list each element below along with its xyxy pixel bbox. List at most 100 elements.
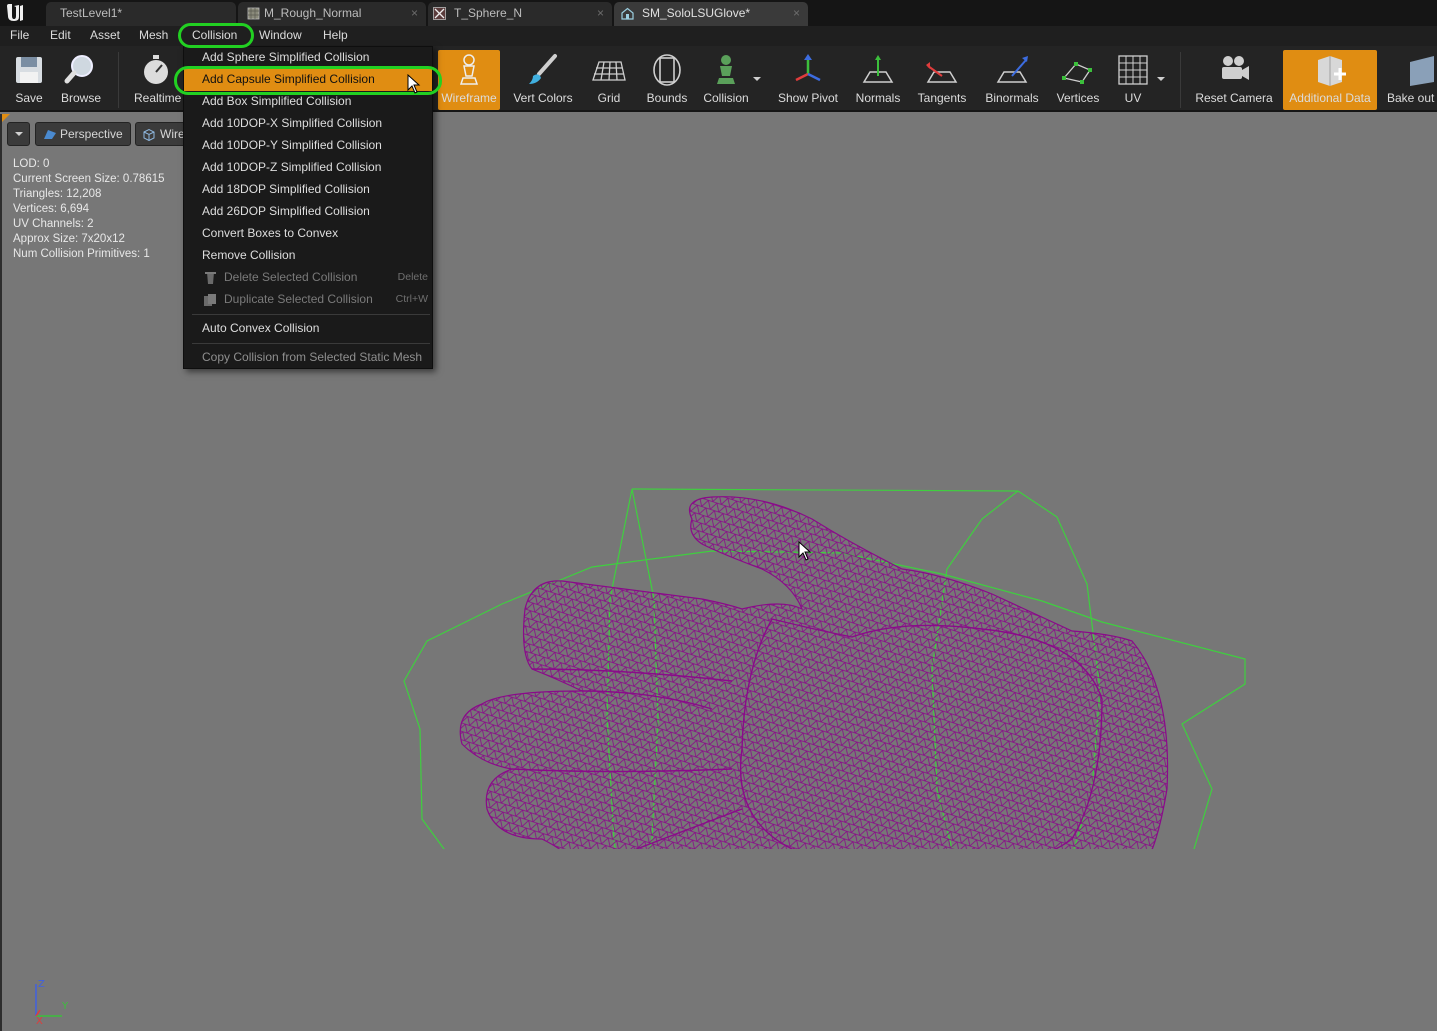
tab-label: TestLevel1* [60, 6, 123, 20]
remove-collision-item[interactable]: Remove Collision [184, 245, 432, 267]
view-mode-dropdown[interactable]: Wire [135, 122, 187, 146]
duplicate-shortcut: Ctrl+W [395, 293, 428, 305]
menu-edit[interactable]: Edit [50, 26, 71, 46]
add-capsule-collision-item[interactable]: Add Capsule Simplified Collision [184, 69, 432, 91]
vert-colors-button[interactable]: Vert Colors [508, 50, 578, 110]
toolbar-divider [118, 52, 119, 108]
chevron-down-icon [753, 77, 761, 81]
tangents-icon [926, 62, 958, 83]
collision-button[interactable]: Collision [700, 50, 752, 110]
uv-options-dropdown[interactable] [1156, 50, 1168, 110]
grid-icon [592, 61, 626, 81]
unreal-engine-logo-icon[interactable] [4, 2, 26, 24]
pivot-axes-icon [795, 54, 821, 82]
uv-grid-icon [1118, 55, 1148, 85]
mouse-cursor-icon [798, 541, 812, 561]
binormals-icon [996, 56, 1028, 83]
add-10dop-z-collision-item[interactable]: Add 10DOP-Z Simplified Collision [184, 157, 432, 179]
normals-icon [862, 55, 894, 83]
bake-out-button[interactable]: Bake out [1384, 50, 1437, 110]
view-mode-label: Wire [160, 127, 185, 141]
tab-t-sphere-n[interactable]: T_Sphere_N × [428, 2, 612, 26]
add-sphere-collision-item[interactable]: Add Sphere Simplified Collision [184, 47, 432, 69]
save-icon [16, 57, 42, 83]
perspective-icon [44, 130, 56, 139]
uv-button[interactable]: UV [1110, 50, 1156, 110]
menu-mesh[interactable]: Mesh [139, 26, 168, 46]
stat-approx-size: Approx Size: 7x20x12 [13, 233, 125, 245]
wireframe-button[interactable]: Wireframe [438, 50, 500, 110]
grid-button[interactable]: Grid [586, 50, 632, 110]
bounds-button[interactable]: Bounds [640, 50, 694, 110]
add-10dop-x-collision-item[interactable]: Add 10DOP-X Simplified Collision [184, 113, 432, 135]
glove-wireframe-mesh [403, 488, 1246, 849]
additional-data-icon [1318, 56, 1346, 86]
vert-colors-label: Vert Colors [513, 91, 573, 105]
binormals-button[interactable]: Binormals [980, 50, 1044, 110]
axis-label-x: X [36, 1016, 43, 1026]
add-10dop-y-collision-item[interactable]: Add 10DOP-Y Simplified Collision [184, 135, 432, 157]
menu-collision[interactable]: Collision [192, 26, 237, 46]
browse-button[interactable]: Browse [56, 50, 106, 110]
close-icon[interactable]: × [793, 2, 800, 25]
realtime-label: Realtime [134, 91, 182, 105]
menu-window[interactable]: Window [259, 26, 302, 46]
material-icon [247, 7, 260, 20]
collision-pawn-icon [717, 55, 735, 84]
realtime-button[interactable]: Realtime [128, 50, 184, 110]
duplicate-collision-icon [204, 294, 216, 306]
tab-sm-sololsuglove[interactable]: SM_SoloLSUGlove* × [614, 2, 808, 26]
menu-separator [192, 343, 430, 344]
camera-icon [1222, 56, 1249, 80]
browse-label: Browse [60, 91, 101, 105]
reset-camera-label: Reset Camera [1195, 91, 1273, 105]
tab-m-rough-normal[interactable]: M_Rough_Normal × [238, 2, 426, 26]
copy-collision-from-selected-item: Copy Collision from Selected Static Mesh [202, 350, 423, 364]
bake-out-icon [1410, 56, 1434, 86]
perspective-view-dropdown[interactable]: Perspective [35, 122, 131, 146]
additional-data-button[interactable]: Additional Data [1283, 50, 1377, 110]
stat-collision-primitives: Num Collision Primitives: 1 [13, 248, 150, 260]
convert-boxes-to-convex-item[interactable]: Convert Boxes to Convex [184, 223, 432, 245]
viewport-corner-marker [2, 114, 10, 122]
axis-gizmo-icon: Z Y X [35, 979, 69, 1026]
stat-lod: LOD: 0 [13, 158, 50, 170]
tangents-label: Tangents [917, 91, 967, 105]
chevron-down-icon [15, 132, 23, 136]
tab-label: T_Sphere_N [454, 6, 523, 20]
mesh-stats-overlay: LOD: 0 Current Screen Size: 0.78615 Tria… [13, 157, 165, 262]
collision-options-dropdown[interactable] [752, 50, 764, 110]
add-18dop-collision-item[interactable]: Add 18DOP Simplified Collision [184, 179, 432, 201]
stat-vertices: Vertices: 6,694 [13, 203, 90, 215]
magnifier-icon [64, 55, 93, 84]
perspective-label: Perspective [60, 127, 123, 141]
close-icon[interactable]: × [597, 2, 604, 25]
menu-help[interactable]: Help [323, 26, 348, 46]
tangents-button[interactable]: Tangents [912, 50, 972, 110]
tab-testlevel1[interactable]: TestLevel1* [46, 2, 236, 26]
vertices-button[interactable]: Vertices [1052, 50, 1104, 110]
delete-selected-label: Delete Selected Collision [224, 270, 358, 284]
paintbrush-icon [529, 54, 557, 84]
bounds-icon [653, 54, 681, 86]
close-icon[interactable]: × [411, 2, 418, 25]
auto-convex-collision-item[interactable]: Auto Convex Collision [184, 318, 432, 340]
show-pivot-label: Show Pivot [777, 91, 839, 105]
save-button[interactable]: Save [6, 50, 52, 110]
add-box-collision-item[interactable]: Add Box Simplified Collision [184, 91, 432, 113]
binormals-label: Binormals [985, 91, 1039, 105]
mouse-cursor-icon [407, 74, 421, 94]
menu-file[interactable]: File [10, 26, 29, 46]
show-pivot-button[interactable]: Show Pivot [774, 50, 842, 110]
normals-button[interactable]: Normals [850, 50, 906, 110]
normals-label: Normals [855, 91, 901, 105]
viewport-options-dropdown[interactable] [7, 122, 30, 146]
reset-camera-button[interactable]: Reset Camera [1192, 50, 1276, 110]
save-label: Save [15, 91, 43, 105]
collision-menu-dropdown: Add Sphere Simplified Collision Add Caps… [183, 46, 433, 369]
stat-screen-size: Current Screen Size: 0.78615 [13, 173, 165, 185]
menu-asset[interactable]: Asset [90, 26, 120, 46]
menu-separator [192, 314, 430, 315]
tab-label: SM_SoloLSUGlove* [642, 6, 751, 20]
add-26dop-collision-item[interactable]: Add 26DOP Simplified Collision [184, 201, 432, 223]
